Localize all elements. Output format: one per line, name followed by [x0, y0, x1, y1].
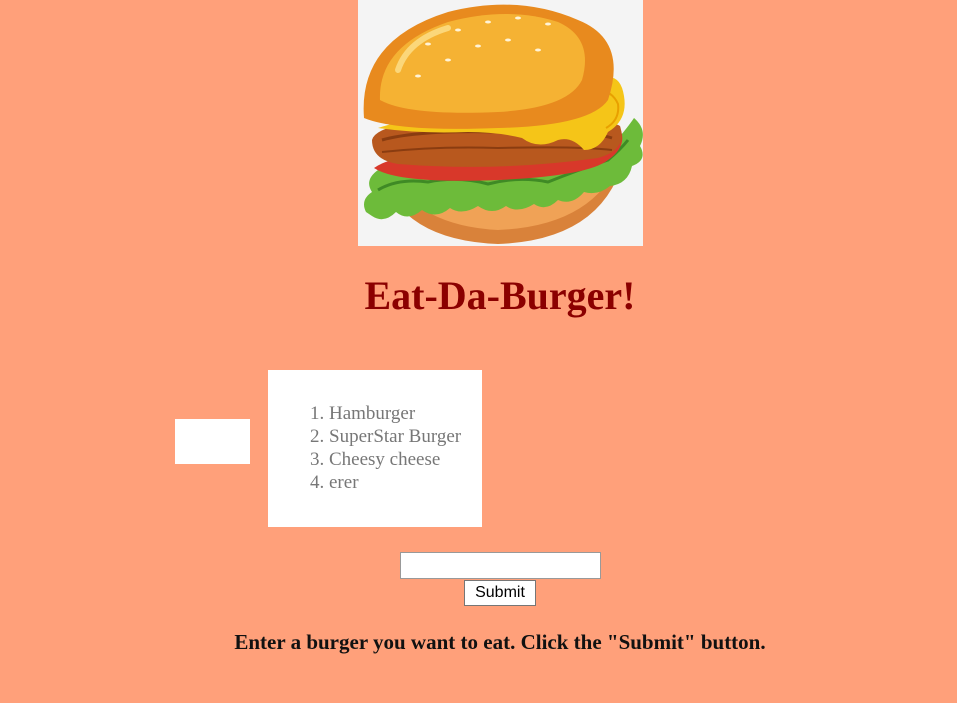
submit-button[interactable]: Submit — [464, 580, 536, 606]
burger-list-panel: 1. Hamburger 2. SuperStar Burger 3. Chee… — [268, 370, 482, 527]
burger-name-input[interactable] — [400, 552, 601, 579]
hamburger-icon — [363, 4, 643, 244]
list-item-number: 2. — [310, 426, 325, 447]
list-item-number: 1. — [310, 403, 325, 424]
list-item[interactable]: 1. Hamburger — [310, 402, 461, 425]
page: Eat-Da-Burger! 1. Hamburger 2. SuperStar… — [0, 0, 957, 703]
list-item[interactable]: 2. SuperStar Burger — [310, 425, 461, 448]
list-item-number: 4. — [310, 472, 325, 493]
list-item[interactable]: 3. Cheesy cheese — [310, 448, 461, 471]
list-item-label: SuperStar Burger — [329, 426, 462, 447]
instructions-text: Enter a burger you want to eat. Click th… — [234, 630, 766, 654]
list-item[interactable]: 4. erer — [310, 471, 461, 494]
list-item-label: Cheesy cheese — [329, 449, 441, 470]
list-item-number: 3. — [310, 449, 325, 470]
burger-list: 1. Hamburger 2. SuperStar Burger 3. Chee… — [310, 402, 461, 494]
page-title: Eat-Da-Burger! — [364, 273, 636, 318]
list-item-label: Hamburger — [329, 403, 416, 424]
list-item-label: erer — [329, 472, 359, 493]
devoured-burgers-panel — [175, 419, 250, 464]
hamburger-image — [358, 0, 643, 246]
